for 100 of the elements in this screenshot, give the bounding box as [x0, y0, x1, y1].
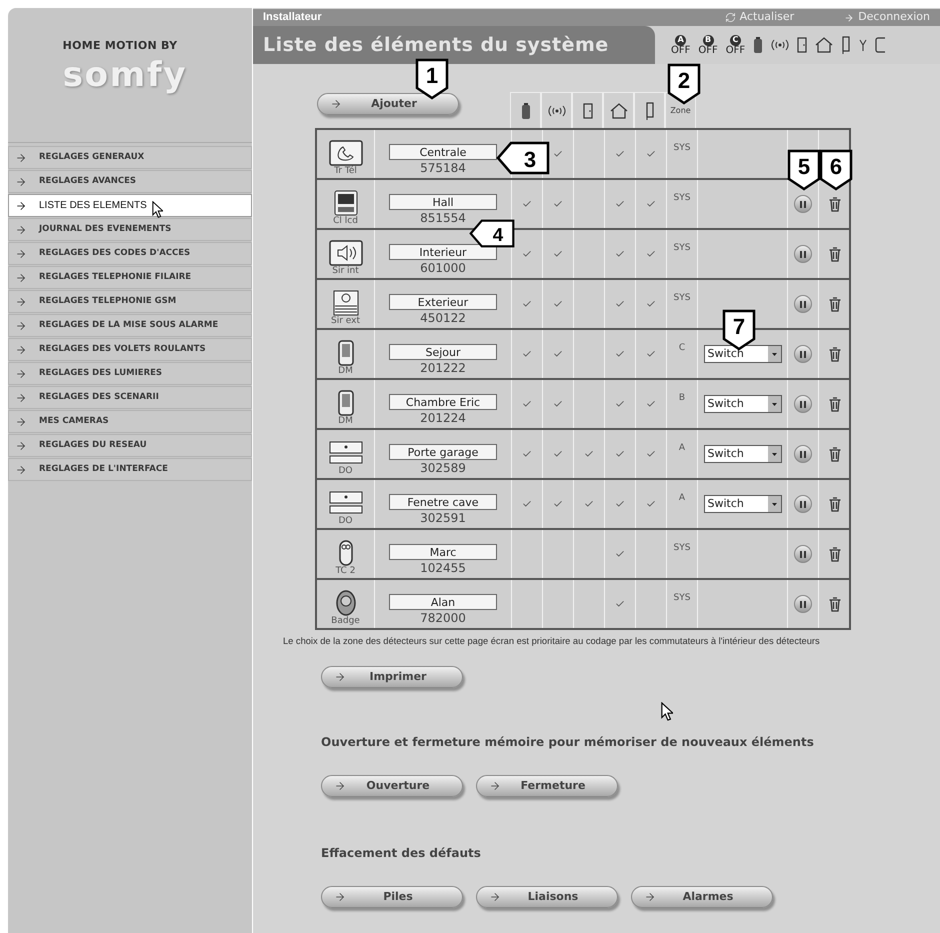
zone-status: OFF: [698, 46, 718, 56]
action-button[interactable]: Fermeture: [476, 774, 618, 797]
delete-button[interactable]: [829, 296, 841, 312]
zone-code: SYS: [674, 194, 690, 203]
check-icon: [522, 299, 532, 309]
sidebar-item[interactable]: REGLAGES TELEPHONIE GSM: [8, 290, 252, 313]
mouse-cursor-icon: [661, 702, 673, 721]
add-button[interactable]: Ajouter: [317, 93, 459, 115]
mode-select[interactable]: Switch: [704, 395, 782, 413]
sidebar-item[interactable]: REGLAGES DU RESEAU: [8, 434, 252, 457]
sidebar-item[interactable]: REGLAGES DES LUMIERES: [8, 362, 252, 385]
name-field[interactable]: Chambre Eric: [389, 394, 497, 410]
mode-select[interactable]: Switch: [704, 495, 782, 513]
print-button[interactable]: Imprimer: [321, 666, 463, 688]
check-icon: [553, 199, 563, 209]
check-icon: [646, 299, 656, 309]
pause-button[interactable]: [794, 545, 812, 563]
callout-marker: 5: [787, 149, 821, 191]
radio-waves-icon: [548, 104, 566, 118]
sidebar-item[interactable]: REGLAGES DES SCENARII: [8, 386, 252, 409]
arrow-icon: [15, 416, 27, 428]
zone-letter: C: [730, 34, 741, 46]
trash-icon: [829, 296, 841, 312]
sidebar-item[interactable]: MES CAMERAS: [8, 410, 252, 433]
name-field[interactable]: Interieur: [389, 244, 497, 260]
name-field[interactable]: Hall: [389, 194, 497, 210]
device-type: Sir int: [332, 266, 359, 277]
arrow-icon: [15, 152, 27, 164]
check-icon: [553, 249, 563, 259]
check-icon: [615, 349, 625, 359]
name-field[interactable]: Fenetre cave: [389, 494, 497, 510]
name-field[interactable]: Exterieur: [389, 294, 497, 310]
check-icon: [646, 449, 656, 459]
delete-button[interactable]: [829, 446, 841, 462]
name-field[interactable]: Alan: [389, 594, 497, 610]
delete-button[interactable]: [829, 246, 841, 262]
action-button[interactable]: Piles: [321, 886, 463, 908]
device-code: 601000: [420, 261, 466, 275]
mode-select[interactable]: Switch: [704, 345, 782, 363]
delete-button[interactable]: [829, 196, 841, 212]
zone-status: OFF: [726, 46, 746, 56]
action-button[interactable]: Ouverture: [321, 774, 463, 797]
arrow-icon: [644, 890, 656, 903]
arrow-icon: [15, 272, 27, 284]
name-field[interactable]: Porte garage: [389, 444, 497, 460]
sidebar-item[interactable]: REGLAGES AVANCES: [8, 170, 252, 193]
check-icon: [522, 449, 532, 459]
delete-button[interactable]: [829, 496, 841, 512]
zone-heading: Zone: [670, 104, 691, 116]
sidebar-item[interactable]: REGLAGES DES CODES D'ACCES: [8, 242, 252, 265]
speaker-icon: [328, 240, 362, 266]
section-heading: Effacement des défauts: [321, 844, 482, 862]
check-icon: [553, 299, 563, 309]
door-contact-icon: [328, 440, 362, 466]
pause-button[interactable]: [794, 295, 812, 313]
pause-button[interactable]: [794, 445, 812, 463]
brand-tagline: HOME MOTION BY: [62, 38, 178, 54]
device-code: 450122: [420, 311, 466, 325]
window-sensor-icon: [644, 102, 654, 120]
caret-icon: [768, 346, 780, 362]
device-code: 102455: [420, 561, 466, 575]
caret-icon: [768, 396, 780, 412]
zone-code: A: [678, 444, 686, 453]
sidebar-item[interactable]: REGLAGES GENERAUX: [8, 146, 252, 169]
pause-button[interactable]: [794, 195, 812, 213]
pause-button[interactable]: [794, 495, 812, 513]
device-type: Tr Tél: [334, 166, 357, 177]
name-field[interactable]: Centrale: [389, 144, 497, 160]
action-button[interactable]: Liaisons: [476, 886, 618, 908]
mode-select[interactable]: Switch: [704, 445, 782, 463]
delete-button[interactable]: [829, 396, 841, 412]
check-icon: [522, 199, 532, 209]
sidebar-item[interactable]: REGLAGES TELEPHONIE FILAIRE: [8, 266, 252, 289]
sidebar-item[interactable]: REGLAGES DES VOLETS ROULANTS: [8, 338, 252, 361]
zone-code: SYS: [674, 244, 690, 253]
check-icon: [522, 399, 532, 409]
door-icon: [797, 37, 808, 53]
check-icon: [553, 349, 563, 359]
sidebar-item[interactable]: REGLAGES DE L'INTERFACE: [8, 458, 252, 481]
delete-button[interactable]: [829, 346, 841, 362]
pause-button[interactable]: [794, 395, 812, 413]
check-icon: [584, 499, 594, 509]
caret-icon: [768, 496, 780, 512]
pause-icon: [800, 600, 806, 608]
sidebar-item[interactable]: LISTE DES ELEMENTS: [8, 194, 252, 217]
pause-button[interactable]: [794, 245, 812, 263]
check-icon: [553, 449, 563, 459]
action-button[interactable]: Alarmes: [631, 886, 773, 908]
name-field[interactable]: Marc: [389, 544, 497, 560]
zone-code: C: [678, 344, 686, 353]
pause-button[interactable]: [794, 595, 812, 613]
delete-button[interactable]: [829, 546, 841, 562]
sidebar-item[interactable]: JOURNAL DES EVENEMENTS: [8, 218, 252, 241]
sidebar-item[interactable]: REGLAGES DE LA MISE SOUS ALARME: [8, 314, 252, 337]
name-field[interactable]: Sejour: [389, 344, 497, 360]
pause-button[interactable]: [794, 345, 812, 363]
pause-icon: [800, 350, 806, 358]
pause-icon: [800, 250, 806, 258]
delete-button[interactable]: [829, 596, 841, 612]
check-icon: [584, 449, 594, 459]
